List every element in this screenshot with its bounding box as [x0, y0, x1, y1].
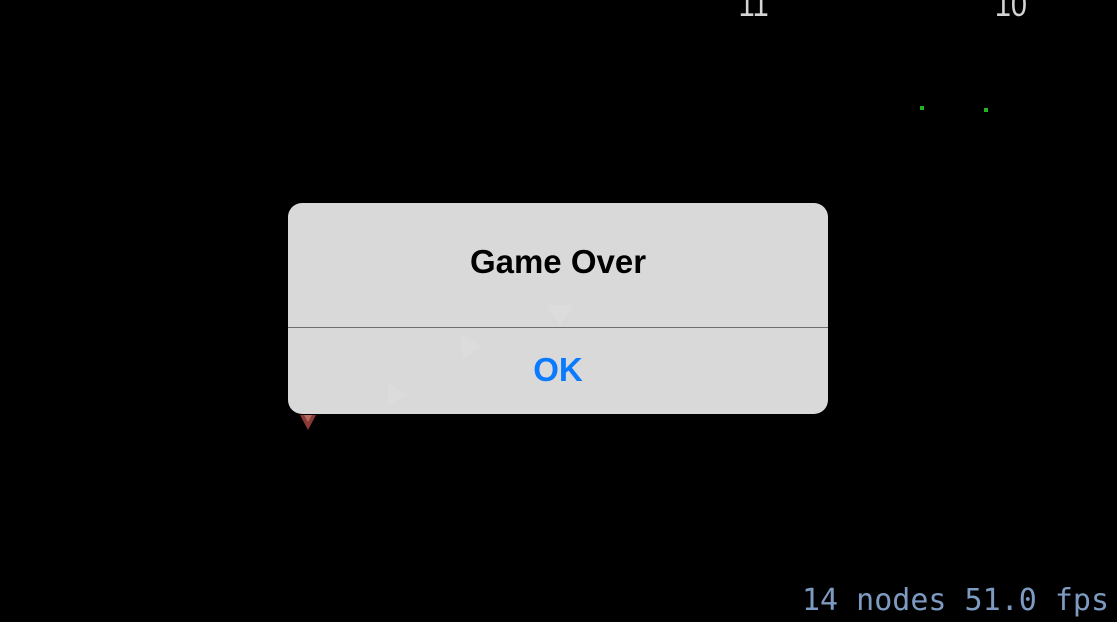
green-dot-sprite [920, 106, 924, 110]
game-scene[interactable]: 11 10 Game Over OK 14 nodes 51.0 fps [0, 0, 1117, 622]
green-dot-sprite [984, 108, 988, 112]
opponent-score: 10 [994, 0, 1027, 24]
debug-stats-label: 14 nodes 51.0 fps [801, 583, 1109, 618]
ok-button[interactable]: OK [288, 328, 828, 414]
alert-title: Game Over [469, 243, 647, 280]
red-ship-icon [300, 415, 316, 430]
game-over-alert: Game Over OK [288, 203, 828, 414]
player-score: 11 [738, 0, 769, 24]
